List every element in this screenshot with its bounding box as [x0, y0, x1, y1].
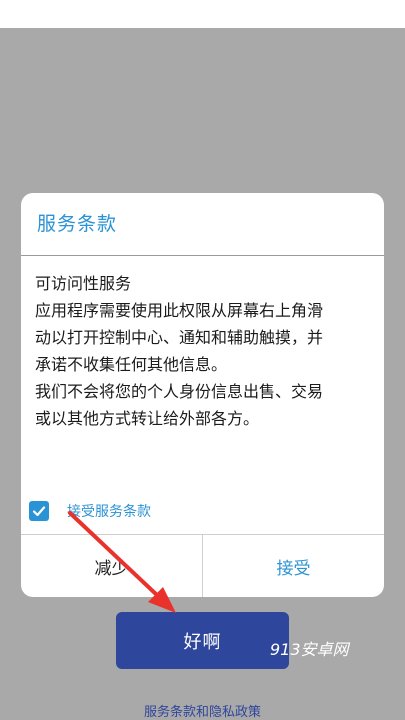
- checkmark-icon: [32, 506, 46, 517]
- okay-button-label: 好啊: [183, 631, 222, 653]
- accept-terms-row[interactable]: 接受服务条款: [29, 499, 151, 523]
- accept-terms-label: 接受服务条款: [67, 504, 151, 520]
- body-line: 可访问性服务: [35, 274, 132, 293]
- accept-button-label: 接受: [276, 558, 311, 579]
- cancel-button[interactable]: 减少: [21, 535, 202, 597]
- cancel-button-label: 减少: [94, 558, 129, 579]
- accept-button[interactable]: 接受: [203, 535, 384, 597]
- body-line: 我们不会将您的个人身份信息出售、交易: [35, 382, 324, 401]
- accept-terms-checkbox[interactable]: [29, 501, 49, 521]
- okay-button[interactable]: 好啊: [116, 612, 289, 669]
- status-bar: [0, 0, 405, 28]
- title-divider: [21, 255, 384, 256]
- body-line: 动以打开控制中心、通知和辅助触摸，并: [35, 328, 324, 347]
- body-line: 或以其他方式转让给外部各方。: [35, 409, 260, 428]
- terms-dialog: 服务条款 可访问性服务 应用程序需要使用此权限从屏幕右上角滑 动以打开控制中心、…: [21, 193, 384, 597]
- terms-privacy-link[interactable]: 服务条款和隐私政策: [0, 701, 405, 720]
- watermark-text: 913安卓网: [270, 640, 349, 659]
- dialog-title: 服务条款: [37, 213, 118, 235]
- body-line: 应用程序需要使用此权限从屏幕右上角滑: [35, 301, 324, 320]
- body-line: 承诺不收集任何其他信息。: [35, 355, 228, 374]
- dialog-body: 可访问性服务 应用程序需要使用此权限从屏幕右上角滑 动以打开控制中心、通知和辅助…: [35, 270, 375, 432]
